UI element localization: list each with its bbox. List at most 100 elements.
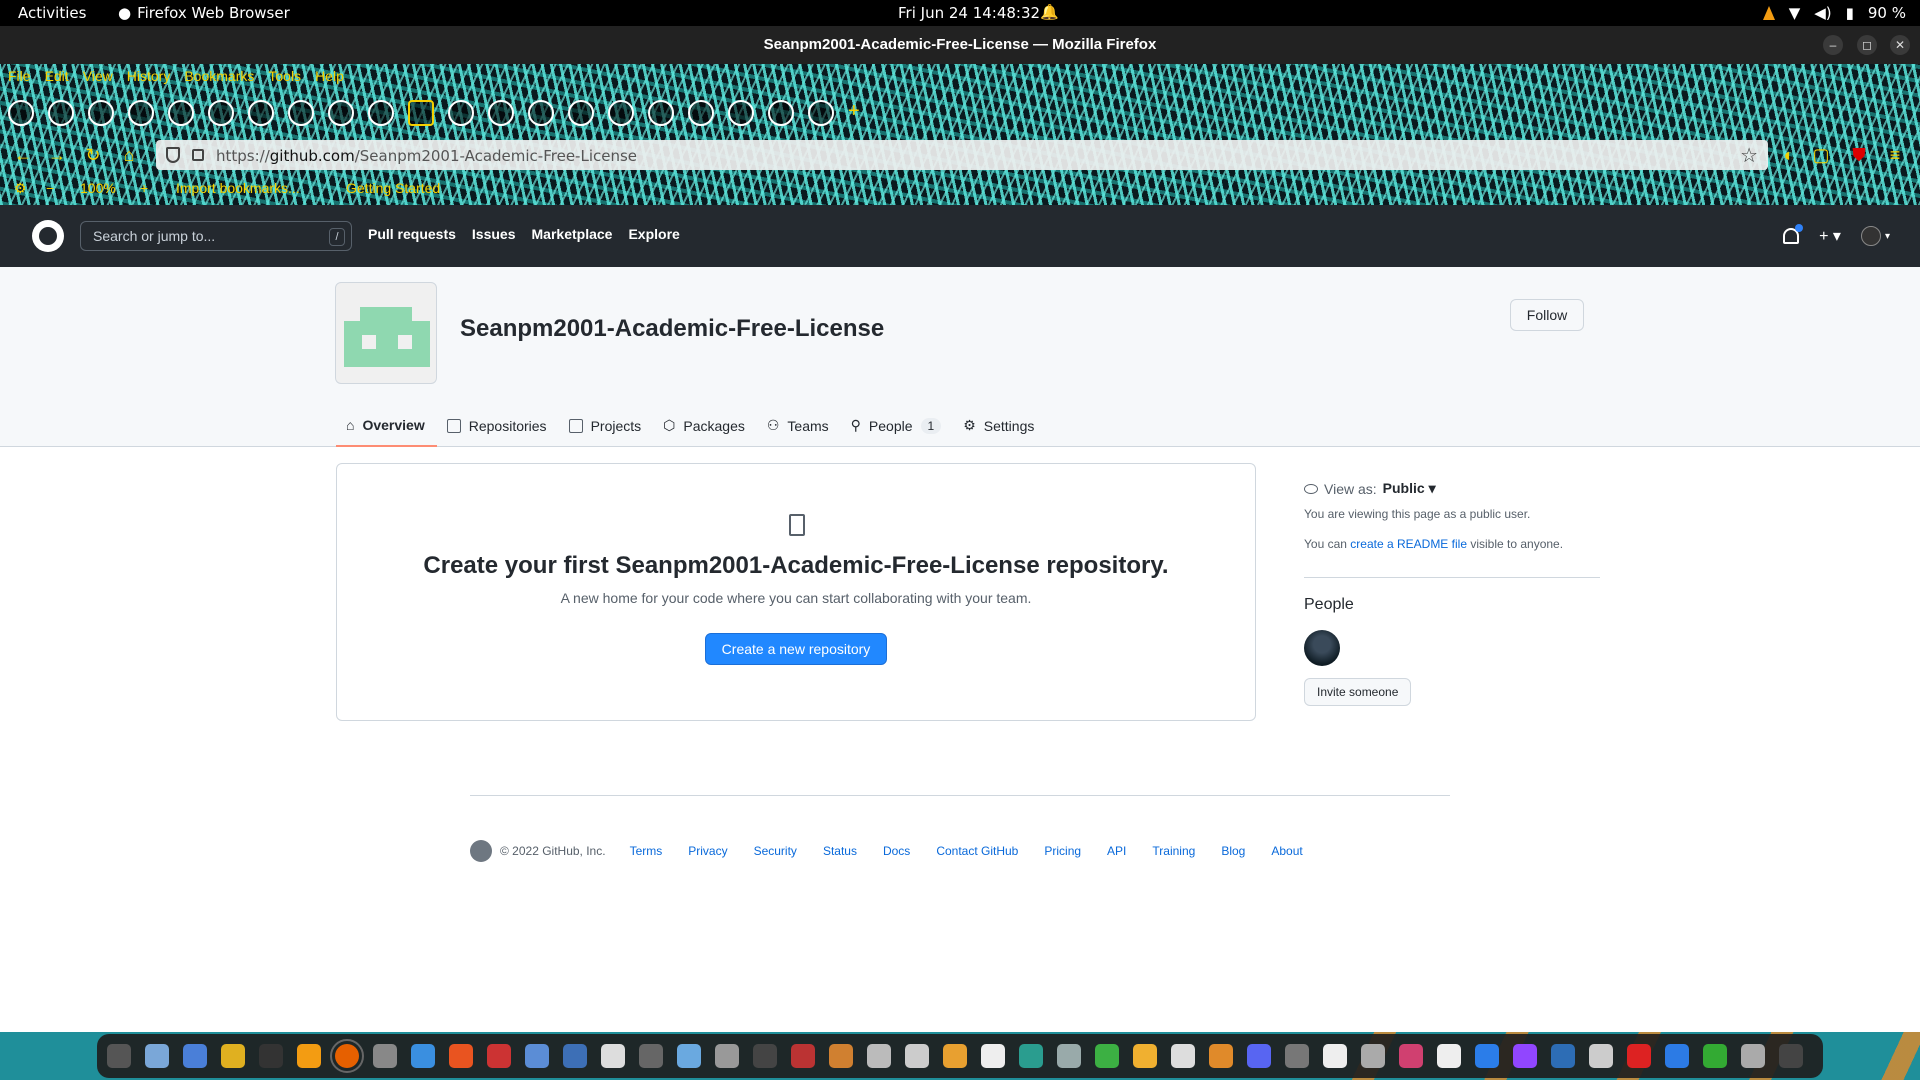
menu-file[interactable]: File [8, 68, 31, 84]
footer-link-terms[interactable]: Terms [630, 844, 663, 858]
show-applications-grid-icon[interactable] [1779, 1044, 1803, 1068]
dock-app-icon[interactable] [1741, 1044, 1765, 1068]
forward-arrow-icon[interactable]: → [46, 144, 68, 166]
tab-teams[interactable]: ⚇ Teams [757, 414, 841, 447]
tab-packages[interactable]: ⬡ Packages [653, 414, 757, 447]
lock-icon[interactable] [192, 149, 204, 161]
tab-github[interactable] [688, 100, 714, 126]
dock-app-document-icon[interactable] [601, 1044, 625, 1068]
close-icon[interactable]: ✕ [1890, 35, 1910, 55]
nav-marketplace[interactable]: Marketplace [532, 226, 613, 242]
dock-app-icon[interactable] [1095, 1044, 1119, 1068]
notification-bell-icon[interactable]: 🔔 [1040, 3, 1059, 21]
dock-app-icon[interactable] [1627, 1044, 1651, 1068]
reload-icon[interactable]: ↻ [82, 144, 104, 166]
import-bookmarks-link[interactable]: Import bookmarks... [176, 180, 300, 196]
dock-app-icon[interactable] [1665, 1044, 1689, 1068]
github-logo-icon[interactable] [32, 220, 64, 252]
tab-m[interactable] [208, 100, 234, 126]
footer-link-pricing[interactable]: Pricing [1044, 844, 1081, 858]
url-text[interactable]: https://github.com/Seanpm2001-Academic-F… [216, 147, 637, 165]
tab-github[interactable] [528, 100, 554, 126]
new-tab-icon[interactable]: + [848, 100, 860, 126]
dock-app-icon[interactable] [1133, 1044, 1157, 1068]
menu-tools[interactable]: Tools [268, 68, 301, 84]
dock-app-icon[interactable] [1285, 1044, 1309, 1068]
dock-app-icon[interactable] [221, 1044, 245, 1068]
dock-app-icon[interactable] [373, 1044, 397, 1068]
tab-github[interactable] [568, 100, 594, 126]
tab-github[interactable] [128, 100, 154, 126]
dock-app-discord-icon[interactable] [1247, 1044, 1271, 1068]
tab-extension[interactable] [288, 100, 314, 126]
dock-app-writer-icon[interactable] [183, 1044, 207, 1068]
tab-github[interactable] [48, 100, 74, 126]
tab-firefox[interactable] [168, 100, 194, 126]
activities-button[interactable]: Activities [18, 4, 86, 22]
ublock-icon[interactable]: ⛊ [1848, 144, 1870, 166]
dock-app-icon[interactable] [1551, 1044, 1575, 1068]
maximize-icon[interactable]: ◻ [1857, 35, 1877, 55]
menu-hamburger-icon[interactable]: ≡ [1884, 144, 1906, 166]
zoom-in-icon[interactable]: + [140, 180, 148, 196]
follow-button[interactable]: Follow [1510, 299, 1584, 331]
tab-github[interactable] [448, 100, 474, 126]
getting-started-bookmark[interactable]: Getting Started [346, 180, 440, 196]
vlc-tray-icon[interactable] [1762, 6, 1775, 20]
clock[interactable]: Fri Jun 24 14:48:32 [898, 4, 1040, 22]
dock-app-software-icon[interactable] [449, 1044, 473, 1068]
dock-app-icon[interactable] [1019, 1044, 1043, 1068]
dock-app-icon[interactable] [829, 1044, 853, 1068]
invite-someone-button[interactable]: Invite someone [1304, 678, 1412, 706]
dock-app-icon[interactable] [1703, 1044, 1727, 1068]
user-menu[interactable]: ▾ [1860, 226, 1890, 246]
dock-app-editor-icon[interactable] [525, 1044, 549, 1068]
dock-app-icon[interactable] [1513, 1044, 1537, 1068]
footer-link-training[interactable]: Training [1152, 844, 1195, 858]
dock-app-icon[interactable] [1323, 1044, 1347, 1068]
tab-settings[interactable]: ⚙ Settings [953, 414, 1046, 447]
nav-explore[interactable]: Explore [628, 226, 679, 242]
tracking-protection-shield-icon[interactable] [166, 147, 180, 163]
minimize-icon[interactable]: – [1823, 35, 1843, 55]
tab-github[interactable] [648, 100, 674, 126]
dock-app-files-icon[interactable] [145, 1044, 169, 1068]
dock-app-icon[interactable] [1589, 1044, 1613, 1068]
zoom-level[interactable]: 100% [80, 180, 116, 196]
search-input[interactable]: Search or jump to... / [80, 221, 352, 251]
extension-icon[interactable]: ◐ [1778, 144, 1800, 166]
tab-settings[interactable] [248, 100, 274, 126]
tab-green[interactable] [808, 100, 834, 126]
dock-app-icon[interactable] [791, 1044, 815, 1068]
bookmark-icon[interactable]: ⚙ [14, 180, 27, 197]
dock-app-icon[interactable] [1399, 1044, 1423, 1068]
nav-pull-requests[interactable]: Pull requests [368, 226, 456, 242]
dock-app-terminal-icon[interactable] [107, 1044, 131, 1068]
home-icon[interactable]: ⌂ [118, 144, 140, 166]
create-new-dropdown[interactable]: + ▾ [1819, 226, 1841, 246]
menu-bookmarks[interactable]: Bookmarks [184, 68, 254, 84]
app-menu[interactable]: ● Firefox Web Browser [118, 4, 290, 22]
dock-app-icon[interactable] [715, 1044, 739, 1068]
tab-github[interactable] [608, 100, 634, 126]
dock-app-icon[interactable] [1361, 1044, 1385, 1068]
dock-app-icon[interactable] [677, 1044, 701, 1068]
bookmark-star-icon[interactable]: ☆ [1740, 143, 1758, 168]
dock-app-icon[interactable] [981, 1044, 1005, 1068]
footer-link-docs[interactable]: Docs [883, 844, 910, 858]
tab-github[interactable] [8, 100, 34, 126]
view-as-dropdown[interactable]: Public ▾ [1383, 480, 1436, 497]
menu-view[interactable]: View [83, 68, 113, 84]
dock-app-icon[interactable] [867, 1044, 891, 1068]
github-logo-icon[interactable] [470, 840, 492, 862]
dock-app-icon[interactable] [753, 1044, 777, 1068]
member-avatar[interactable] [1304, 630, 1340, 666]
tab-blank[interactable] [368, 100, 394, 126]
menu-edit[interactable]: Edit [45, 68, 69, 84]
notifications-bell-icon[interactable] [1783, 224, 1804, 244]
system-tray[interactable]: ▼ ◀) ▮ 90 % [1762, 4, 1906, 22]
dock-app-chrome-icon[interactable] [943, 1044, 967, 1068]
url-bar[interactable]: https://github.com/Seanpm2001-Academic-F… [156, 140, 1768, 170]
dock-app-firefox-icon[interactable] [330, 1039, 364, 1073]
footer-link-status[interactable]: Status [823, 844, 857, 858]
